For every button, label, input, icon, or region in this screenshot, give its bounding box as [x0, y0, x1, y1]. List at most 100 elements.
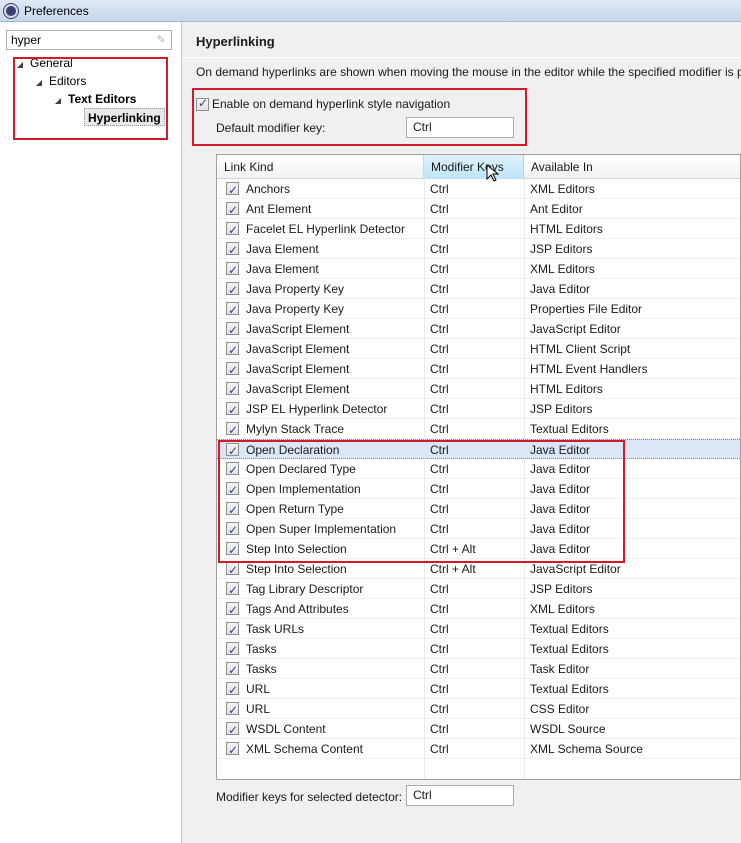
- row-checkbox[interactable]: [226, 460, 239, 480]
- available-in-cell: Textual Editors: [530, 422, 609, 436]
- link-kind-cell: Open Declared Type: [246, 462, 356, 476]
- tree-item-editors[interactable]: Editors: [49, 72, 86, 90]
- table-row[interactable]: Step Into Selection Ctrl + Alt JavaScript …: [217, 559, 740, 580]
- row-checkbox[interactable]: [226, 300, 239, 320]
- table-row[interactable]: JavaScript Element Ctrl HTML Event Handler…: [217, 359, 740, 380]
- table-row[interactable]: Open Declared Type Ctrl Java Editor: [217, 459, 740, 480]
- table-header: Link Kind Modifier Keys Available In: [217, 155, 740, 179]
- table-row[interactable]: WSDL Content Ctrl WSDL Source: [217, 719, 740, 740]
- expand-general-icon[interactable]: [16, 61, 24, 69]
- table-row[interactable]: Java Property Key Ctrl Properties File Edi…: [217, 299, 740, 320]
- table-row[interactable]: Java Property Key Ctrl Java Editor: [217, 279, 740, 300]
- row-checkbox[interactable]: [226, 620, 239, 640]
- enable-hyperlink-checkbox[interactable]: [196, 96, 209, 111]
- table-row[interactable]: Open Return Type Ctrl Java Editor: [217, 499, 740, 520]
- modifier-keys-cell: Ctrl: [430, 522, 449, 536]
- table-row[interactable]: Ant Element Ctrl Ant Editor: [217, 199, 740, 220]
- table-row[interactable]: Task URLs Ctrl Textual Editors: [217, 619, 740, 640]
- row-checkbox[interactable]: [226, 441, 239, 461]
- row-checkbox[interactable]: [226, 660, 239, 680]
- table-row[interactable]: Tasks Ctrl Task Editor: [217, 659, 740, 680]
- page-description: On demand hyperlinks are shown when movi…: [196, 65, 741, 79]
- row-checkbox[interactable]: [226, 360, 239, 380]
- table-row[interactable]: JSP EL Hyperlink Detector Ctrl JSP Editors: [217, 399, 740, 420]
- default-modifier-field[interactable]: Ctrl: [406, 117, 514, 138]
- row-checkbox[interactable]: [226, 380, 239, 400]
- clear-filter-icon[interactable]: ✎: [154, 34, 168, 46]
- mouse-cursor-icon: [486, 164, 500, 182]
- link-kind-cell: Open Declaration: [246, 443, 340, 457]
- tree-item-text-editors[interactable]: Text Editors: [68, 90, 136, 108]
- row-checkbox[interactable]: [226, 340, 239, 360]
- column-header-link-kind[interactable]: Link Kind: [217, 155, 424, 179]
- modifier-keys-cell: Ctrl: [430, 722, 449, 736]
- row-checkbox[interactable]: [226, 680, 239, 700]
- row-checkbox[interactable]: [226, 600, 239, 620]
- enable-hyperlink-option[interactable]: Enable on demand hyperlink style navigat…: [196, 96, 450, 112]
- link-kind-cell: Mylyn Stack Trace: [246, 422, 345, 436]
- table-row[interactable]: JavaScript Element Ctrl JavaScript Editor: [217, 319, 740, 340]
- row-checkbox[interactable]: [226, 420, 239, 440]
- link-kind-cell: Java Element: [246, 242, 319, 256]
- row-checkbox[interactable]: [226, 700, 239, 720]
- table-row[interactable]: Java Element Ctrl JSP Editors: [217, 239, 740, 260]
- available-in-cell: JSP Editors: [530, 242, 593, 256]
- row-checkbox[interactable]: [226, 240, 239, 260]
- available-in-cell: JSP Editors: [530, 582, 593, 596]
- table-row[interactable]: Mylyn Stack Trace Ctrl Textual Editors: [217, 419, 740, 440]
- expand-text-editors-icon[interactable]: [54, 97, 62, 105]
- table-row[interactable]: Open Implementation Ctrl Java Editor: [217, 479, 740, 500]
- row-checkbox[interactable]: [226, 740, 239, 760]
- modifier-keys-cell: Ctrl: [430, 482, 449, 496]
- row-checkbox[interactable]: [226, 320, 239, 340]
- available-in-cell: Java Editor: [530, 443, 591, 457]
- table-row[interactable]: Facelet EL Hyperlink Detector Ctrl HTML Ed…: [217, 219, 740, 240]
- tree-item-hyperlinking[interactable]: Hyperlinking: [84, 108, 165, 126]
- column-header-modifier-keys[interactable]: Modifier Keys: [424, 155, 524, 179]
- modifier-keys-cell: Ctrl: [430, 443, 449, 457]
- row-checkbox[interactable]: [226, 540, 239, 560]
- modifier-keys-cell: Ctrl: [430, 702, 449, 716]
- table-row[interactable]: JavaScript Element Ctrl HTML Editors: [217, 379, 740, 400]
- row-checkbox[interactable]: [226, 520, 239, 540]
- filter-input[interactable]: [6, 30, 172, 50]
- row-checkbox[interactable]: [226, 480, 239, 500]
- table-row[interactable]: Step Into Selection Ctrl + Alt Java Editor: [217, 539, 740, 560]
- modifier-keys-cell: Ctrl: [430, 402, 449, 416]
- table-row[interactable]: Open Super Implementation Ctrl Java Editor: [217, 519, 740, 540]
- expand-editors-icon[interactable]: [35, 79, 43, 87]
- row-checkbox[interactable]: [226, 500, 239, 520]
- row-checkbox[interactable]: [226, 220, 239, 240]
- row-checkbox[interactable]: [226, 400, 239, 420]
- table-row[interactable]: Anchors Ctrl XML Editors: [217, 179, 740, 200]
- available-in-cell: HTML Event Handlers: [530, 362, 648, 376]
- row-checkbox[interactable]: [226, 180, 239, 200]
- row-checkbox[interactable]: [226, 580, 239, 600]
- table-row[interactable]: URL Ctrl CSS Editor: [217, 699, 740, 720]
- row-checkbox[interactable]: [226, 200, 239, 220]
- available-in-cell: Textual Editors: [530, 682, 609, 696]
- row-checkbox[interactable]: [226, 560, 239, 580]
- available-in-cell: HTML Editors: [530, 382, 603, 396]
- link-kind-cell: Open Super Implementation: [246, 522, 397, 536]
- tree-item-general[interactable]: General: [30, 54, 73, 72]
- table-row[interactable]: Open Declaration Ctrl Java Editor: [217, 439, 740, 461]
- table-row[interactable]: Java Element Ctrl XML Editors: [217, 259, 740, 280]
- modifier-keys-cell: Ctrl: [430, 502, 449, 516]
- row-checkbox[interactable]: [226, 720, 239, 740]
- selected-modifier-field[interactable]: Ctrl: [406, 785, 514, 806]
- table-row[interactable]: Tasks Ctrl Textual Editors: [217, 639, 740, 660]
- link-kind-cell: Open Implementation: [246, 482, 361, 496]
- column-header-available-in[interactable]: Available In: [524, 155, 740, 179]
- table-row[interactable]: XML Schema Content Ctrl XML Schema Source: [217, 739, 740, 760]
- row-checkbox[interactable]: [226, 260, 239, 280]
- table-row[interactable]: Tag Library Descriptor Ctrl JSP Editors: [217, 579, 740, 600]
- row-checkbox[interactable]: [226, 640, 239, 660]
- table-row[interactable]: Tags And Attributes Ctrl XML Editors: [217, 599, 740, 620]
- modifier-keys-cell: Ctrl: [430, 282, 449, 296]
- modifier-keys-cell: Ctrl: [430, 602, 449, 616]
- table-row[interactable]: URL Ctrl Textual Editors: [217, 679, 740, 700]
- table-row[interactable]: JavaScript Element Ctrl HTML Client Script: [217, 339, 740, 360]
- row-checkbox[interactable]: [226, 280, 239, 300]
- available-in-cell: Java Editor: [530, 522, 591, 536]
